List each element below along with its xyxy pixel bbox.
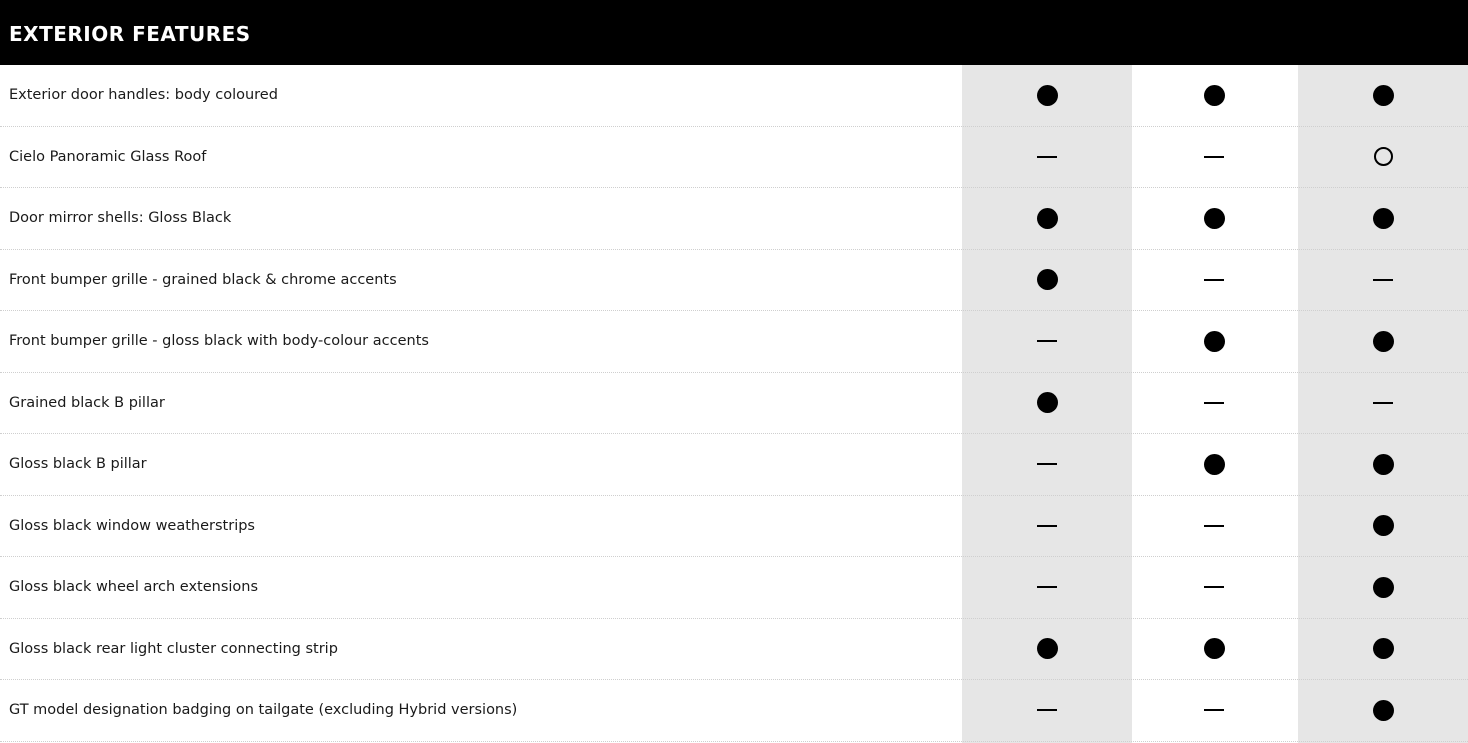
availability-cell: [1353, 680, 1413, 741]
availability-cell: [1184, 188, 1244, 249]
table-row: GT model designation badging on tailgate…: [0, 680, 1468, 742]
standard-dot-icon: [1372, 576, 1394, 598]
availability-cell: [1184, 557, 1244, 618]
not-available-dash-icon: [1037, 524, 1057, 527]
availability-cell: [1017, 188, 1077, 249]
not-available-dash-icon: [1204, 524, 1224, 527]
standard-dot-icon: [1203, 453, 1225, 475]
availability-cell: [1184, 65, 1244, 126]
table-row: Door mirror shells: Gloss Black: [0, 188, 1468, 250]
not-available-dash-icon: [1204, 278, 1224, 281]
availability-cell: [1353, 127, 1413, 188]
optional-circle-icon: [1373, 147, 1393, 167]
standard-dot-icon: [1036, 84, 1058, 106]
availability-cell: [1017, 557, 1077, 618]
not-available-dash-icon: [1204, 155, 1224, 158]
availability-cell: [1184, 680, 1244, 741]
feature-label: Gloss black rear light cluster connectin…: [9, 640, 338, 657]
feature-label: Grained black B pillar: [9, 394, 165, 411]
table-row: Front bumper grille - gloss black with b…: [0, 311, 1468, 373]
table-row: Gloss black wheel arch extensions: [0, 557, 1468, 619]
section-title: EXTERIOR FEATURES: [9, 22, 251, 46]
not-available-dash-icon: [1204, 401, 1224, 404]
table-row: Gloss black B pillar: [0, 434, 1468, 496]
availability-cell: [1353, 619, 1413, 680]
availability-cell: [1017, 127, 1077, 188]
standard-dot-icon: [1036, 392, 1058, 414]
availability-cell: [1353, 557, 1413, 618]
feature-table: Exterior door handles: body coloured Ciel…: [0, 65, 1468, 742]
availability-cell: [1017, 311, 1077, 372]
availability-cell: [1184, 434, 1244, 495]
availability-cell: [1017, 496, 1077, 557]
section-header: EXTERIOR FEATURES: [0, 0, 1468, 65]
feature-label: Gloss black B pillar: [9, 456, 147, 473]
feature-label: Front bumper grille - gloss black with b…: [9, 333, 429, 350]
feature-label: GT model designation badging on tailgate…: [9, 702, 518, 719]
standard-dot-icon: [1372, 638, 1394, 660]
standard-dot-icon: [1372, 453, 1394, 475]
table-row: Front bumper grille - grained black & ch…: [0, 250, 1468, 311]
standard-dot-icon: [1036, 207, 1058, 229]
standard-dot-icon: [1372, 330, 1394, 352]
not-available-dash-icon: [1373, 401, 1393, 404]
availability-cell: [1017, 373, 1077, 434]
standard-dot-icon: [1203, 84, 1225, 106]
feature-label: Cielo Panoramic Glass Roof: [9, 148, 207, 165]
feature-label: Door mirror shells: Gloss Black: [9, 210, 232, 227]
table-row: Cielo Panoramic Glass Roof: [0, 127, 1468, 188]
availability-cell: [1184, 373, 1244, 434]
availability-cell: [1353, 250, 1413, 311]
table-row: Gloss black rear light cluster connectin…: [0, 619, 1468, 680]
not-available-dash-icon: [1373, 278, 1393, 281]
availability-cell: [1184, 619, 1244, 680]
feature-label: Gloss black window weatherstrips: [9, 517, 255, 534]
availability-cell: [1184, 250, 1244, 311]
availability-cell: [1184, 127, 1244, 188]
standard-dot-icon: [1372, 84, 1394, 106]
standard-dot-icon: [1036, 638, 1058, 660]
table-row: Gloss black window weatherstrips: [0, 496, 1468, 557]
availability-cell: [1017, 680, 1077, 741]
availability-cell: [1353, 373, 1413, 434]
standard-dot-icon: [1203, 638, 1225, 660]
availability-cell: [1017, 250, 1077, 311]
availability-cell: [1017, 434, 1077, 495]
standard-dot-icon: [1372, 699, 1394, 721]
standard-dot-icon: [1372, 207, 1394, 229]
availability-cell: [1353, 65, 1413, 126]
feature-label: Exterior door handles: body coloured: [9, 87, 278, 104]
availability-cell: [1353, 188, 1413, 249]
availability-cell: [1017, 619, 1077, 680]
feature-label: Front bumper grille - grained black & ch…: [9, 271, 397, 288]
standard-dot-icon: [1036, 269, 1058, 291]
availability-cell: [1184, 496, 1244, 557]
not-available-dash-icon: [1037, 586, 1057, 589]
availability-cell: [1353, 311, 1413, 372]
not-available-dash-icon: [1204, 586, 1224, 589]
standard-dot-icon: [1203, 330, 1225, 352]
not-available-dash-icon: [1037, 463, 1057, 466]
availability-cell: [1184, 311, 1244, 372]
not-available-dash-icon: [1037, 340, 1057, 343]
table-row: Exterior door handles: body coloured: [0, 65, 1468, 127]
table-row: Grained black B pillar: [0, 373, 1468, 434]
availability-cell: [1353, 496, 1413, 557]
availability-cell: [1353, 434, 1413, 495]
standard-dot-icon: [1203, 207, 1225, 229]
not-available-dash-icon: [1037, 709, 1057, 712]
availability-cell: [1017, 65, 1077, 126]
not-available-dash-icon: [1037, 155, 1057, 158]
standard-dot-icon: [1372, 515, 1394, 537]
not-available-dash-icon: [1204, 709, 1224, 712]
feature-label: Gloss black wheel arch extensions: [9, 579, 259, 596]
